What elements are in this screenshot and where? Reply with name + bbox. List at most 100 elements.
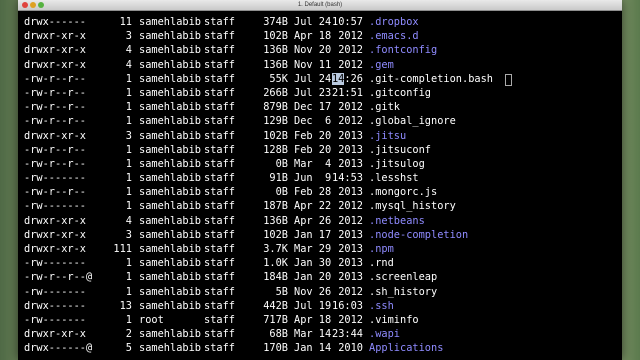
link-count: 1 <box>125 313 132 326</box>
link-count: 1 <box>125 115 132 128</box>
modified-date: Jul 24 <box>294 72 332 85</box>
owner: samehlabib <box>139 200 201 213</box>
file-name[interactable]: .viminfo <box>369 313 419 327</box>
owner: samehlabib <box>139 30 201 43</box>
file-name[interactable]: .global_ignore <box>369 114 456 128</box>
owner: samehlabib <box>139 115 201 128</box>
directory-name[interactable]: .jitsu <box>369 129 406 143</box>
file-size: 136B <box>263 214 288 227</box>
listing-row: drwxr-xr-x 3 samehlabib staff 102B Jan 17 2013… <box>24 228 620 242</box>
permissions: -rw-r--r-- <box>24 86 86 99</box>
file-name[interactable]: .gitk <box>369 100 400 114</box>
modified-time: 2013 <box>338 243 363 255</box>
group: staff <box>204 257 235 270</box>
group: staff <box>204 157 235 170</box>
modified-date: Apr 22 <box>294 200 332 213</box>
group: staff <box>204 72 235 85</box>
owner: samehlabib <box>139 285 201 298</box>
permissions: drwxr-xr-x <box>24 328 86 341</box>
listing-row: drwxr-xr-x 4 samehlabib staff 136B Apr 26 2012… <box>24 214 620 228</box>
file-name[interactable]: .mongorc.js <box>369 185 437 199</box>
link-count: 4 <box>125 58 132 71</box>
directory-name[interactable]: .ssh <box>369 299 394 313</box>
permissions: drwxr-xr-x <box>24 214 86 227</box>
permissions: drwxr-xr-x <box>24 44 86 57</box>
modified-date: Jan 30 <box>294 257 332 270</box>
file-size: 91B <box>269 172 288 185</box>
modified-date: Feb 20 <box>294 143 332 156</box>
modified-date: Nov 26 <box>294 285 332 298</box>
file-size: 102B <box>263 129 288 142</box>
owner: samehlabib <box>139 172 201 185</box>
directory-name[interactable]: .wapi <box>369 327 400 341</box>
modified-date: Dec 6 <box>294 115 332 128</box>
owner: samehlabib <box>139 328 201 341</box>
file-size: 3.7K <box>263 243 288 255</box>
group: staff <box>204 243 235 255</box>
group: staff <box>204 342 235 355</box>
file-name[interactable]: .gitconfig <box>369 86 431 100</box>
owner: samehlabib <box>139 72 201 85</box>
directory-name[interactable]: .emacs.d <box>369 29 419 43</box>
modified-time: 2012 <box>338 285 363 298</box>
link-count: 1 <box>125 172 132 185</box>
permissions: -rw-r--r-- <box>24 115 86 128</box>
listing-row: -rw------- 1 root staff 717B Apr 18 2012 .vimin… <box>24 313 620 327</box>
listing-row: drwx------@ 5 samehlabib staff 170B Jan 14 201… <box>24 341 620 355</box>
selected-text[interactable]: 14 <box>331 72 345 85</box>
modified-date: Jun 9 <box>294 172 332 185</box>
directory-name[interactable]: .netbeans <box>369 214 425 228</box>
file-name[interactable]: .jitsuconf <box>369 143 431 157</box>
modified-date: Dec 17 <box>294 101 332 114</box>
group: staff <box>204 115 235 128</box>
directory-name[interactable]: .node-completion <box>369 228 468 242</box>
permissions: -rw-r--r-- <box>24 186 86 199</box>
directory-name[interactable]: Applications <box>369 341 443 355</box>
modified-time: 2012 <box>338 214 363 227</box>
modified-time: 16:03 <box>332 299 363 312</box>
group: staff <box>204 58 235 71</box>
directory-name[interactable]: .npm <box>369 242 394 256</box>
permissions: -rw------- <box>24 172 86 185</box>
directory-name[interactable]: .dropbox <box>369 15 419 29</box>
group: staff <box>204 16 235 28</box>
modified-time: 2010 <box>338 342 363 355</box>
listing-row: -rw-r--r--@ 1 samehlabib staff 184B Jan 20 201… <box>24 270 620 284</box>
link-count: 3 <box>125 30 132 43</box>
modified-time: 2012 <box>338 44 363 57</box>
title-bar[interactable]: 1. Default (bash) <box>18 0 622 11</box>
owner: samehlabib <box>139 143 201 156</box>
permissions: drwxr-xr-x <box>24 129 86 142</box>
owner: samehlabib <box>139 44 201 57</box>
directory-name[interactable]: .gem <box>369 58 394 72</box>
group: staff <box>204 30 235 43</box>
file-name[interactable]: .rnd <box>369 256 394 270</box>
group: staff <box>204 129 235 142</box>
modified-time: 2013 <box>338 228 363 241</box>
link-count: 3 <box>125 129 132 142</box>
file-size: 136B <box>263 58 288 71</box>
file-size: 184B <box>263 271 288 284</box>
link-count: 5 <box>125 342 132 355</box>
listing-row: drwxr-xr-x 4 samehlabib staff 136B Nov 11 2012… <box>24 58 620 72</box>
file-name[interactable]: .lesshst <box>369 171 419 185</box>
permissions: drwx------ <box>24 16 86 28</box>
file-size: 136B <box>263 44 288 57</box>
listing-row: drwxr-xr-x 3 samehlabib staff 102B Feb 20 2013… <box>24 129 620 143</box>
owner: samehlabib <box>139 257 201 270</box>
file-name[interactable]: .sh_history <box>369 285 437 299</box>
group: staff <box>204 86 235 99</box>
listing-row: -rw-r--r-- 1 samehlabib staff 266B Jul 23 21:5… <box>24 86 620 100</box>
file-name[interactable]: .mysql_history <box>369 199 456 213</box>
modified-date: Jul 19 <box>294 299 332 312</box>
directory-name[interactable]: .fontconfig <box>369 43 437 57</box>
file-size: 170B <box>263 342 288 355</box>
file-name[interactable]: .git-completion.bash <box>369 72 493 86</box>
terminal-window[interactable]: 1. Default (bash) drwx------ 1 1 samehlabib… <box>18 0 622 360</box>
file-name[interactable]: .screenleap <box>369 270 437 284</box>
terminal-output[interactable]: drwx------ 11 samehlabib staff 374B Jul 24 10:… <box>24 15 620 357</box>
modified-date: Jul 23 <box>294 86 332 99</box>
permissions: -rw------- <box>24 285 86 298</box>
owner: samehlabib <box>139 342 201 355</box>
file-name[interactable]: .jitsulog <box>369 157 425 171</box>
